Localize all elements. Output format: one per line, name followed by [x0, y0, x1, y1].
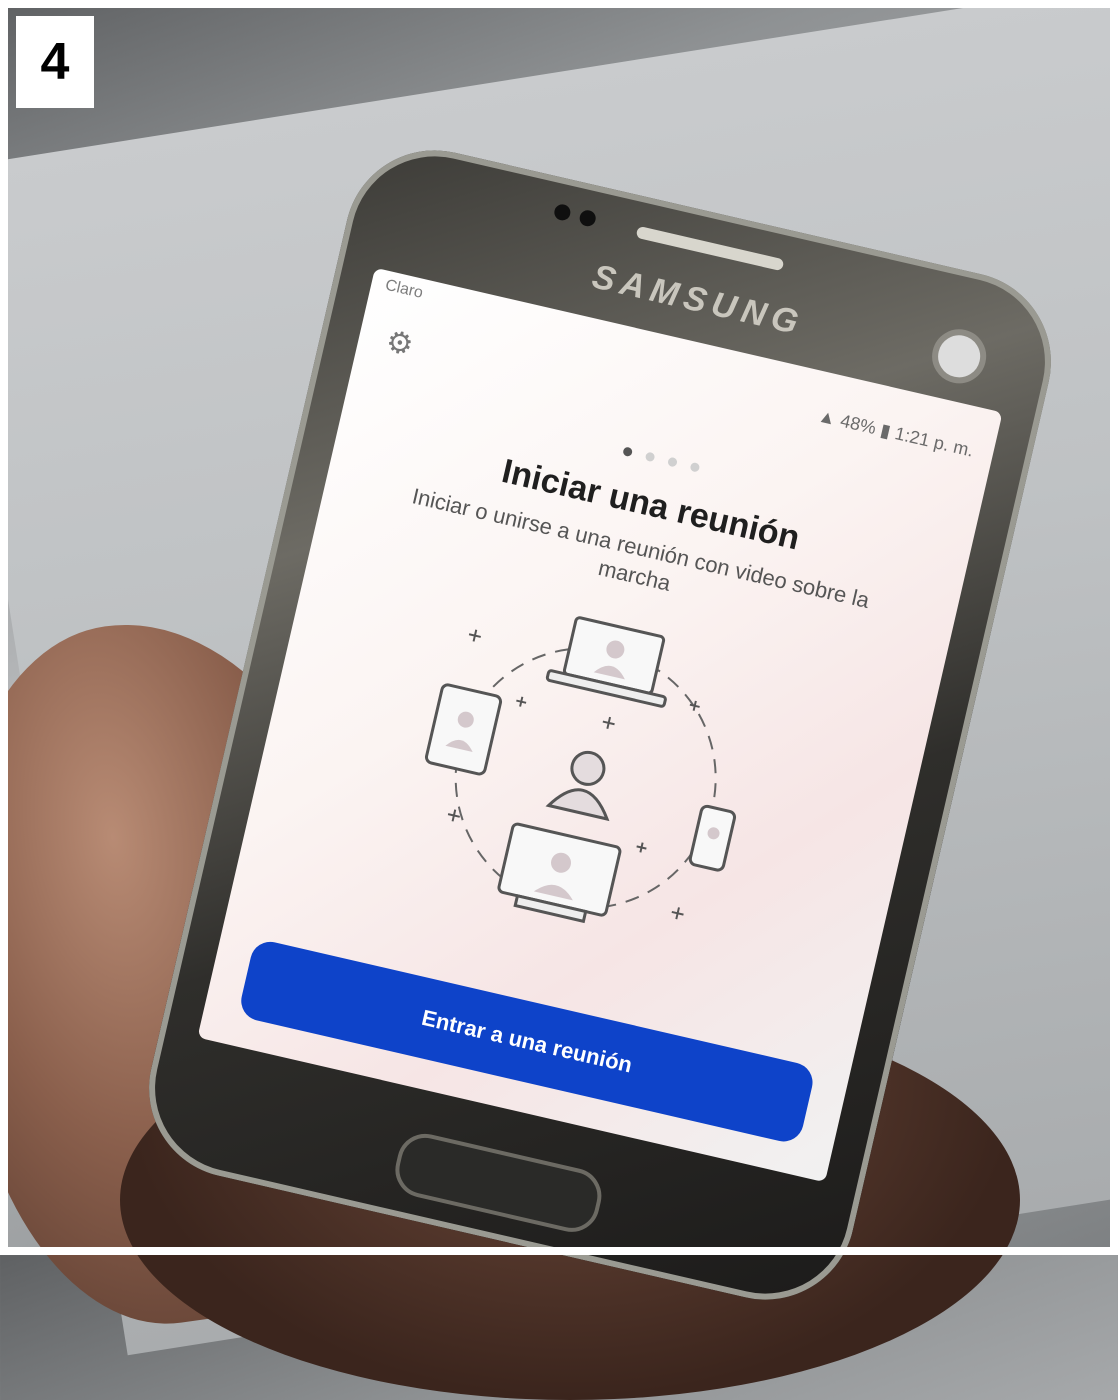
- clock: 1:21 p. m.: [892, 423, 976, 461]
- phone-icon: [688, 804, 737, 872]
- monitor-icon: [497, 822, 622, 924]
- carrier-label: Claro: [383, 276, 425, 302]
- page-dot[interactable]: [667, 456, 678, 468]
- battery-icon: ▮: [878, 419, 893, 442]
- laptop-icon: [545, 616, 667, 708]
- page-dot[interactable]: [689, 461, 701, 473]
- page-dot-active[interactable]: [622, 446, 634, 458]
- battery-level: 48%: [838, 410, 879, 439]
- status-bar: ▲ 48% ▮ 1:21 p. m.: [816, 405, 976, 461]
- meeting-illustration: [424, 616, 737, 924]
- signal-icon: ▲: [816, 405, 839, 429]
- gear-icon[interactable]: ⚙: [379, 324, 420, 365]
- step-number-badge: 4: [16, 16, 94, 108]
- person-icon: [545, 750, 610, 822]
- tablet-icon: [424, 683, 503, 776]
- page-dot[interactable]: [644, 451, 656, 463]
